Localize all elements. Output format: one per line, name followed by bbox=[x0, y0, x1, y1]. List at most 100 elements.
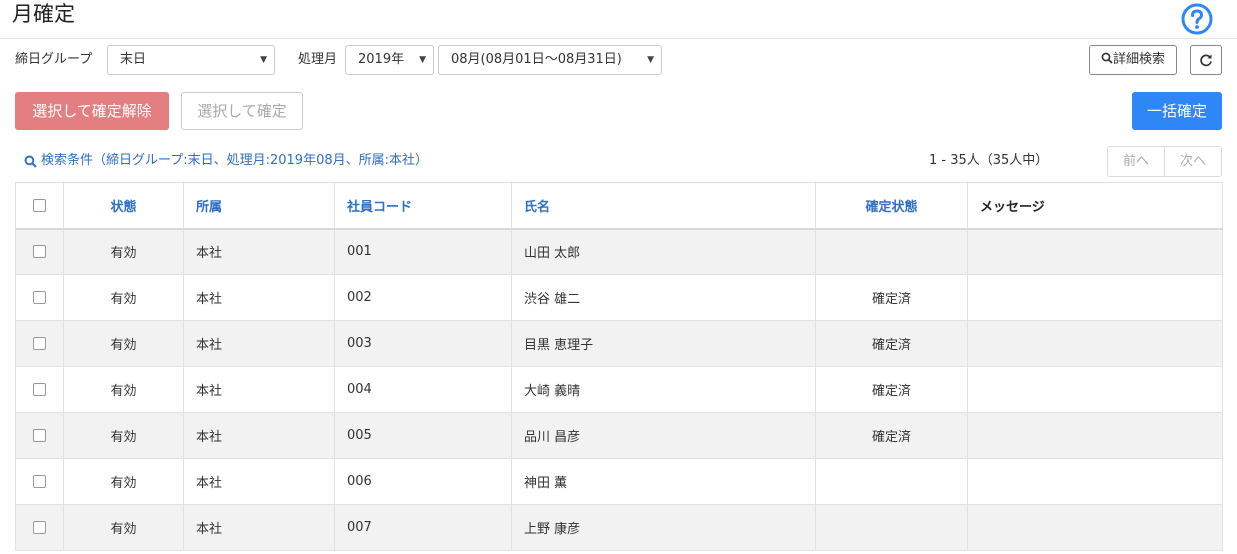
refresh-icon bbox=[1200, 54, 1212, 67]
confirm-status-cell bbox=[815, 458, 968, 505]
row-select-cell bbox=[15, 412, 64, 459]
row-select-cell bbox=[15, 458, 64, 505]
header-divider bbox=[0, 38, 1237, 39]
closing-group-value: 末日 bbox=[120, 52, 147, 67]
row-checkbox[interactable] bbox=[33, 291, 46, 304]
row-checkbox[interactable] bbox=[33, 521, 46, 534]
table-row: 有効 本社 006 神田 薫 bbox=[15, 458, 1223, 505]
row-checkbox[interactable] bbox=[33, 429, 46, 442]
year-select[interactable]: 2019年 ▼ bbox=[345, 45, 434, 75]
help-icon[interactable] bbox=[1181, 3, 1213, 35]
table-header-row: 状態 所属 社員コード 氏名 確定状態 メッセージ bbox=[15, 182, 1223, 230]
employee-name-cell: 目黒 恵理子 bbox=[511, 320, 816, 367]
employee-name-cell: 品川 昌彦 bbox=[511, 412, 816, 459]
employee-name-cell: 大崎 義晴 bbox=[511, 366, 816, 413]
table-row: 有効 本社 001 山田 太郎 bbox=[15, 228, 1223, 275]
status-cell: 有効 bbox=[63, 228, 184, 275]
detail-search-label: 詳細検索 bbox=[1112, 52, 1165, 67]
row-checkbox[interactable] bbox=[33, 383, 46, 396]
department-cell: 本社 bbox=[183, 504, 335, 551]
status-cell: 有効 bbox=[63, 320, 184, 367]
month-value: 08月(08月01日～08月31日) bbox=[451, 52, 622, 67]
table-row: 有効 本社 005 品川 昌彦 確定済 bbox=[15, 412, 1223, 459]
result-range: 1 - 35人（35人中） bbox=[929, 153, 1049, 168]
table-row: 有効 本社 003 目黒 恵理子 確定済 bbox=[15, 320, 1223, 367]
search-icon bbox=[1101, 52, 1113, 64]
department-cell: 本社 bbox=[183, 366, 335, 413]
row-select-cell bbox=[15, 504, 64, 551]
column-header[interactable]: 状態 bbox=[63, 182, 184, 230]
confirm-status-cell bbox=[815, 228, 968, 275]
table-row: 有効 本社 007 上野 康彦 bbox=[15, 504, 1223, 551]
employee-code-cell: 003 bbox=[334, 320, 512, 367]
department-cell: 本社 bbox=[183, 412, 335, 459]
message-cell bbox=[967, 458, 1223, 505]
next-page-button[interactable]: 次へ bbox=[1164, 147, 1221, 176]
row-checkbox[interactable] bbox=[33, 337, 46, 350]
table-row: 有効 本社 002 渋谷 雄二 確定済 bbox=[15, 274, 1223, 321]
department-cell: 本社 bbox=[183, 320, 335, 367]
search-condition-link[interactable]: 検索条件（締日グループ:末日、処理月:2019年08月、所属:本社） bbox=[24, 152, 428, 170]
employee-code-cell: 005 bbox=[334, 412, 512, 459]
employee-name-cell: 山田 太郎 bbox=[511, 228, 816, 275]
caret-down-icon: ▼ bbox=[647, 55, 654, 65]
department-cell: 本社 bbox=[183, 458, 335, 505]
closing-group-select[interactable]: 末日 ▼ bbox=[107, 45, 275, 75]
pagination: 前へ 次へ bbox=[1107, 146, 1222, 177]
status-cell: 有効 bbox=[63, 274, 184, 321]
select-all-cell bbox=[15, 182, 64, 230]
confirm-status-cell: 確定済 bbox=[815, 274, 968, 321]
select-all-checkbox[interactable] bbox=[33, 198, 46, 212]
column-header[interactable]: 氏名 bbox=[511, 182, 816, 230]
month-select[interactable]: 08月(08月01日～08月31日) ▼ bbox=[438, 45, 662, 75]
status-cell: 有効 bbox=[63, 504, 184, 551]
column-header[interactable]: 確定状態 bbox=[815, 182, 968, 230]
table-row: 有効 本社 004 大崎 義晴 確定済 bbox=[15, 366, 1223, 413]
message-cell bbox=[967, 366, 1223, 413]
department-cell: 本社 bbox=[183, 228, 335, 275]
prev-page-button[interactable]: 前へ bbox=[1108, 147, 1164, 176]
confirm-status-cell: 確定済 bbox=[815, 320, 968, 367]
page-title: 月確定 bbox=[12, 2, 75, 26]
status-cell: 有効 bbox=[63, 366, 184, 413]
employee-code-cell: 006 bbox=[334, 458, 512, 505]
message-cell bbox=[967, 504, 1223, 551]
month-label: 処理月 bbox=[298, 52, 338, 67]
row-select-cell bbox=[15, 274, 64, 321]
confirm-status-cell: 確定済 bbox=[815, 366, 968, 413]
employee-name-cell: 渋谷 雄二 bbox=[511, 274, 816, 321]
search-icon bbox=[24, 155, 37, 168]
column-header: メッセージ bbox=[967, 182, 1223, 230]
employee-code-cell: 004 bbox=[334, 366, 512, 413]
status-cell: 有効 bbox=[63, 458, 184, 505]
message-cell bbox=[967, 274, 1223, 321]
employee-name-cell: 神田 薫 bbox=[511, 458, 816, 505]
bulk-confirm-button[interactable]: 一括確定 bbox=[1132, 92, 1222, 130]
closing-group-label: 締日グループ bbox=[15, 52, 93, 67]
search-condition-text: 検索条件（締日グループ:末日、処理月:2019年08月、所属:本社） bbox=[41, 153, 428, 168]
refresh-button[interactable] bbox=[1190, 45, 1222, 75]
confirm-status-cell: 確定済 bbox=[815, 412, 968, 459]
employee-name-cell: 上野 康彦 bbox=[511, 504, 816, 551]
message-cell bbox=[967, 228, 1223, 275]
detail-search-button[interactable]: 詳細検索 bbox=[1089, 45, 1177, 75]
cancel-selected-button[interactable]: 選択して確定解除 bbox=[15, 92, 169, 130]
row-checkbox[interactable] bbox=[33, 475, 46, 488]
message-cell bbox=[967, 412, 1223, 459]
column-header[interactable]: 社員コード bbox=[334, 182, 512, 230]
row-select-cell bbox=[15, 228, 64, 275]
employee-code-cell: 001 bbox=[334, 228, 512, 275]
year-value: 2019年 bbox=[358, 52, 405, 67]
status-cell: 有効 bbox=[63, 412, 184, 459]
department-cell: 本社 bbox=[183, 274, 335, 321]
caret-down-icon: ▼ bbox=[419, 55, 426, 65]
row-select-cell bbox=[15, 366, 64, 413]
caret-down-icon: ▼ bbox=[260, 55, 267, 65]
employee-code-cell: 002 bbox=[334, 274, 512, 321]
confirm-status-cell bbox=[815, 504, 968, 551]
employee-code-cell: 007 bbox=[334, 504, 512, 551]
row-checkbox[interactable] bbox=[33, 245, 46, 259]
column-header[interactable]: 所属 bbox=[183, 182, 335, 230]
confirm-selected-button[interactable]: 選択して確定 bbox=[181, 92, 303, 130]
employee-table: 状態 所属 社員コード 氏名 確定状態 メッセージ 有効 本社 001 山田 太… bbox=[15, 182, 1223, 551]
